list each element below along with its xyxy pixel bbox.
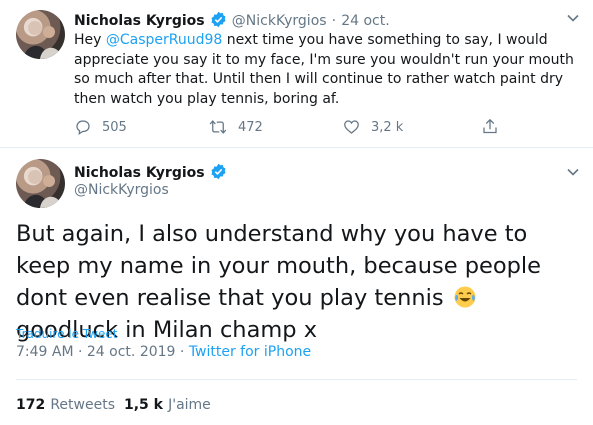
like-icon	[344, 120, 359, 134]
tears-of-joy-emoji	[453, 285, 477, 309]
tweet-header: Nicholas Kyrgios	[74, 162, 227, 184]
avatar[interactable]	[16, 10, 65, 59]
retweet-icon	[209, 120, 227, 134]
tweet-meta: 7:49 AM · 24 oct. 2019 · Twitter for iPh…	[16, 344, 311, 360]
retweet-label: Retweets	[50, 397, 115, 413]
like-count: 3,2 k	[371, 119, 404, 135]
display-name[interactable]: Nicholas Kyrgios	[74, 165, 205, 181]
reply-count: 505	[102, 119, 127, 135]
tweet-source[interactable]: Twitter for iPhone	[189, 344, 311, 360]
separator: ·	[331, 13, 337, 29]
chevron-down-icon[interactable]	[566, 164, 580, 183]
retweet-total: 172	[16, 397, 46, 413]
like-total: 1,5 k	[124, 397, 163, 413]
translate-link[interactable]: Traduire le Tweet	[16, 327, 117, 341]
chevron-down-icon[interactable]	[566, 10, 580, 29]
handle[interactable]: @NickKyrgios	[74, 182, 169, 198]
divider	[16, 379, 577, 380]
retweet-button[interactable]: 472	[208, 118, 263, 136]
verified-badge-icon	[210, 11, 227, 32]
reply-icon	[76, 120, 90, 136]
reply-button[interactable]: 505	[74, 118, 127, 136]
tweet-text: Hey @CasperRuud98 next time you have som…	[74, 32, 574, 107]
like-button[interactable]: 3,2 k	[342, 118, 403, 136]
likes-stat[interactable]: 1,5 k J'aime	[124, 394, 211, 413]
tweet-timestamp[interactable]: 7:49 AM · 24 oct. 2019	[16, 344, 175, 360]
retweets-stat[interactable]: 172 Retweets	[16, 394, 115, 413]
like-label: J'aime	[168, 397, 211, 413]
display-name[interactable]: Nicholas Kyrgios	[74, 13, 205, 29]
tweet-header: Nicholas Kyrgios @NickKyrgios · 24 oct.	[74, 10, 390, 32]
handle[interactable]: @NickKyrgios	[232, 13, 327, 29]
verified-badge-icon	[210, 163, 227, 184]
avatar[interactable]	[16, 159, 65, 208]
separator: ·	[179, 344, 185, 360]
divider	[0, 147, 593, 148]
retweet-count: 472	[238, 119, 263, 135]
share-icon	[483, 118, 497, 134]
tweet-date[interactable]: 24 oct.	[341, 13, 389, 29]
share-button[interactable]	[481, 117, 509, 136]
mention-link[interactable]: @CasperRuud98	[106, 32, 222, 48]
